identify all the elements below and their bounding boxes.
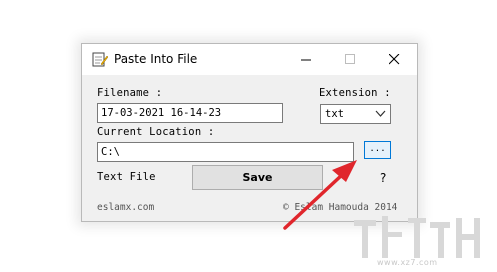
save-button[interactable]: Save bbox=[192, 165, 323, 190]
minimize-button[interactable] bbox=[284, 44, 328, 75]
paste-into-file-window: Paste Into File Filename : 17-03-2021 16… bbox=[81, 43, 418, 222]
text-file-label: Text File bbox=[97, 171, 156, 183]
maximize-button[interactable] bbox=[328, 44, 372, 75]
current-location-label: Current Location : bbox=[97, 126, 215, 138]
window-title: Paste Into File bbox=[114, 52, 198, 66]
minimize-icon bbox=[300, 59, 311, 61]
maximize-icon bbox=[344, 54, 355, 64]
notepad-pencil-icon bbox=[92, 52, 108, 67]
extension-value: txt bbox=[325, 108, 344, 120]
close-icon bbox=[388, 54, 399, 65]
extension-label: Extension : bbox=[319, 87, 391, 99]
title-bar[interactable]: Paste Into File bbox=[82, 44, 417, 75]
filename-label: Filename : bbox=[97, 87, 163, 99]
help-button[interactable]: ? bbox=[380, 171, 386, 185]
chevron-down-icon bbox=[375, 110, 386, 117]
browse-button[interactable]: ... bbox=[364, 141, 391, 159]
website-label: eslamx.com bbox=[97, 202, 155, 213]
location-input[interactable]: C:\ bbox=[97, 142, 354, 162]
close-button[interactable] bbox=[372, 44, 416, 75]
watermark-url: www.xz7.com bbox=[377, 258, 438, 267]
filename-input[interactable]: 17-03-2021 16-14-23 bbox=[97, 103, 283, 123]
extension-select[interactable]: txt bbox=[320, 104, 391, 124]
